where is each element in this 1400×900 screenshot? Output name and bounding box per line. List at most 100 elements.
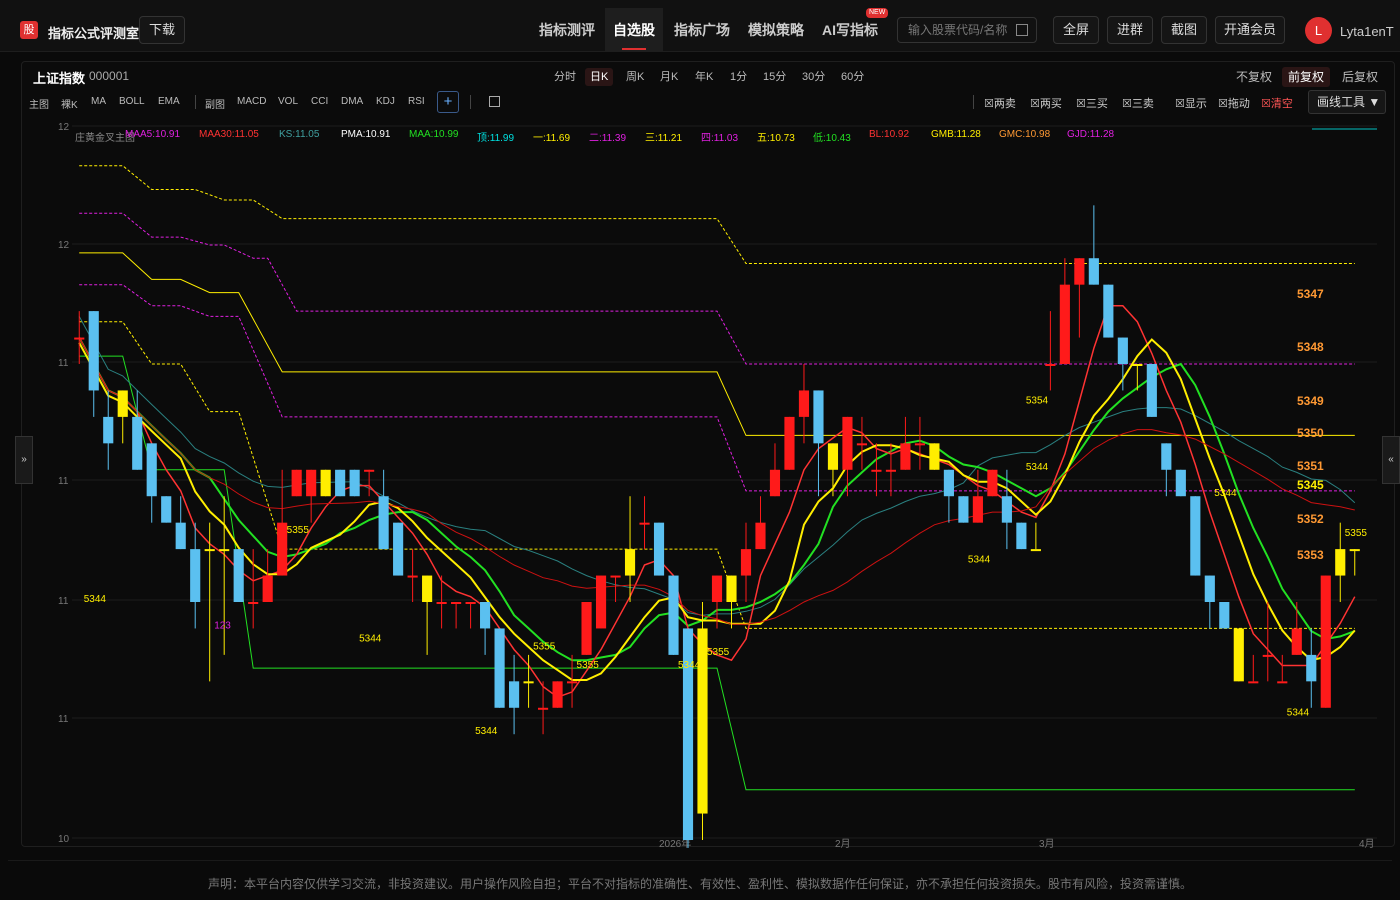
tool-two-sell[interactable]: ☒两卖: [984, 95, 1016, 111]
stock-name: 上证指数: [33, 71, 86, 86]
y-tick-label: 11: [58, 476, 69, 487]
signal-label: 5355: [1345, 528, 1368, 539]
username[interactable]: Lyta1enT: [1340, 24, 1394, 39]
nav-sim-strategy[interactable]: 模拟策略: [740, 8, 812, 52]
divider: [8, 860, 1392, 861]
nav-indicator-square[interactable]: 指标广场: [666, 8, 738, 52]
candle-body: [1132, 364, 1143, 366]
add-indicator-button[interactable]: +: [437, 91, 459, 113]
candle-body: [1306, 654, 1317, 682]
candle-body: [1045, 364, 1056, 366]
tool-drag[interactable]: ☒拖动: [1218, 95, 1250, 111]
maa5-line: [78, 305, 1356, 699]
close-icon[interactable]: [489, 96, 500, 107]
candle-body: [871, 469, 882, 472]
period-15min[interactable]: 15分: [758, 68, 791, 86]
legend-item: KS:11.05: [279, 129, 320, 140]
indicator-vol[interactable]: VOL: [278, 96, 298, 107]
candle-body: [813, 390, 824, 444]
indicator-boll[interactable]: BOLL: [119, 96, 145, 107]
clear-icon[interactable]: [1016, 24, 1028, 36]
level-line-1: [79, 212, 1355, 365]
search-input[interactable]: 输入股票代码/名称: [897, 17, 1037, 43]
indicator-macd[interactable]: MACD: [237, 96, 266, 107]
period-60min[interactable]: 60分: [836, 68, 869, 86]
adjust-forward[interactable]: 前复权: [1282, 67, 1331, 87]
join-group-button[interactable]: 进群: [1107, 16, 1153, 44]
legend-item: 二:11.39: [589, 133, 627, 144]
fullscreen-button[interactable]: 全屏: [1053, 16, 1099, 44]
indicator-rsi[interactable]: RSI: [408, 96, 425, 107]
candle-body: [1175, 469, 1186, 497]
legend-item: MAA30:11.05: [199, 129, 259, 140]
candle-body: [842, 416, 853, 470]
candle-body: [494, 628, 505, 708]
candle-body: [885, 469, 897, 472]
period-monthly[interactable]: 月K: [655, 68, 683, 86]
candle-body: [755, 522, 766, 550]
candle-body: [1233, 628, 1244, 682]
indicator-bare-k[interactable]: 裸K: [61, 96, 78, 111]
divider: [195, 95, 196, 109]
app-logo-icon: 股: [20, 21, 38, 39]
legend-item: 顶:11.99: [477, 133, 515, 144]
indicator-ma[interactable]: MA: [91, 96, 106, 107]
candle-body: [1088, 258, 1099, 285]
top-bar: 股 指标公式评测室 下载 指标测评 自选股 指标广场 模拟策略 AI写指标 NE…: [0, 0, 1400, 52]
membership-button[interactable]: 开通会员: [1215, 16, 1285, 44]
indicator-main[interactable]: 主图: [29, 96, 49, 111]
avatar[interactable]: L: [1305, 17, 1332, 44]
candle-body: [1117, 337, 1128, 364]
candle-body: [856, 443, 868, 446]
period-30min[interactable]: 30分: [797, 68, 830, 86]
indicator-sub[interactable]: 副图: [205, 96, 225, 111]
x-tick-label: 3月: [1039, 838, 1055, 848]
app-title: 指标公式评测室: [48, 26, 140, 41]
candle-body: [349, 469, 360, 497]
period-daily[interactable]: 日K: [585, 68, 614, 86]
nav-indicator-review[interactable]: 指标测评: [531, 8, 603, 52]
adjust-backward[interactable]: 后复权: [1336, 67, 1384, 87]
divider: [470, 95, 471, 109]
indicator-dma[interactable]: DMA: [341, 96, 363, 107]
candle-body: [306, 469, 317, 497]
candle-body: [987, 469, 998, 497]
signal-label: 5355: [577, 660, 600, 671]
candle-body: [364, 469, 375, 472]
legend-item: GJD:11.28: [1067, 129, 1115, 140]
legend-item: 一:11.69: [533, 133, 571, 144]
legend-item: 低:10.43: [813, 133, 851, 144]
period-yearly[interactable]: 年K: [690, 68, 718, 86]
candle-body: [1262, 654, 1273, 657]
expand-right-icon[interactable]: «: [1382, 436, 1400, 484]
period-weekly[interactable]: 周K: [621, 68, 649, 86]
tool-clear[interactable]: ☒清空: [1261, 95, 1293, 111]
candle-body: [1161, 443, 1172, 470]
candle-body: [436, 602, 447, 604]
tool-two-buy[interactable]: ☒两买: [1030, 95, 1062, 111]
indicator-ema[interactable]: EMA: [158, 96, 180, 107]
screenshot-button[interactable]: 截图: [1161, 16, 1207, 44]
y-tick-label: 11: [58, 596, 69, 607]
draw-tool-dropdown[interactable]: 画线工具 ▼: [1308, 90, 1386, 114]
candle-body: [1103, 284, 1114, 338]
candle-body: [233, 549, 244, 602]
candle-body: [1248, 681, 1259, 684]
candle-body: [900, 443, 911, 470]
indicator-cci[interactable]: CCI: [311, 96, 328, 107]
tool-three-buy[interactable]: ☒三买: [1076, 95, 1108, 111]
signal-label: 5355: [707, 647, 730, 658]
indicator-kdj[interactable]: KDJ: [376, 96, 395, 107]
tool-show[interactable]: ☒显示: [1175, 95, 1207, 111]
candle-body: [161, 496, 172, 523]
candle-body: [88, 311, 99, 391]
period-1min[interactable]: 1分: [725, 68, 752, 86]
signal-label: 5355: [533, 642, 556, 653]
candlestick-chart[interactable]: 12121111111110 2026年 2月 3月 4月534412353555344…: [22, 118, 1382, 848]
download-button[interactable]: 下载: [139, 16, 185, 44]
tool-three-sell[interactable]: ☒三卖: [1122, 95, 1154, 111]
candle-body: [175, 522, 186, 550]
adjust-none[interactable]: 不复权: [1230, 67, 1278, 87]
period-intraday[interactable]: 分时: [549, 68, 581, 86]
nav-watchlist[interactable]: 自选股: [605, 8, 663, 52]
